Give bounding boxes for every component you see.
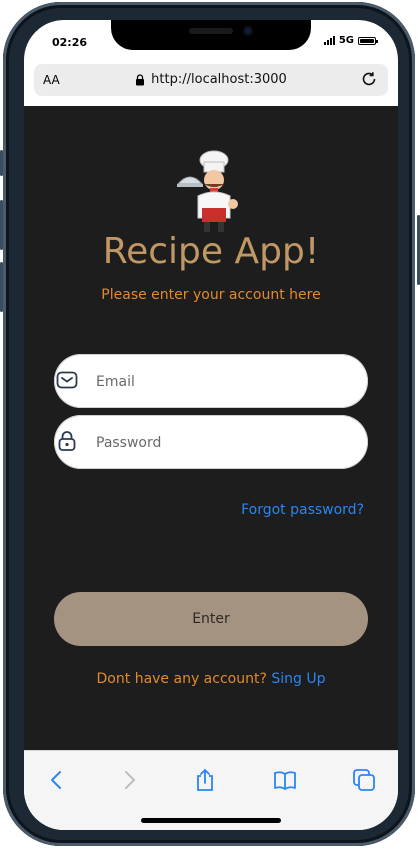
status-indicators: 5G bbox=[323, 35, 378, 46]
url-display: http://localhost:3000 bbox=[34, 72, 388, 87]
address-bar[interactable]: AA http://localhost:3000 bbox=[34, 64, 388, 96]
lock-icon bbox=[136, 73, 145, 85]
email-field[interactable] bbox=[54, 354, 368, 410]
lock-icon bbox=[58, 431, 76, 451]
notch bbox=[111, 20, 311, 50]
network-type: 5G bbox=[338, 35, 354, 46]
chef-logo bbox=[176, 150, 238, 232]
front-camera bbox=[243, 26, 253, 36]
app-title: Recipe App! bbox=[102, 231, 320, 272]
battery-icon bbox=[358, 36, 378, 45]
phone-screen: 02:26 5G AA http://localhost:3000 Recipe… bbox=[24, 20, 398, 830]
share-icon[interactable] bbox=[192, 767, 218, 793]
envelope-icon bbox=[56, 371, 78, 389]
side-button-volume-down bbox=[0, 262, 3, 312]
forward-icon[interactable] bbox=[116, 767, 142, 793]
login-page: Recipe App! Please enter your account he… bbox=[24, 106, 398, 750]
speaker bbox=[189, 28, 233, 34]
reload-icon[interactable] bbox=[360, 70, 378, 88]
url-text: http://localhost:3000 bbox=[151, 72, 287, 87]
signup-prompt: Dont have any account? bbox=[96, 671, 267, 687]
app-subtitle: Please enter your account here bbox=[101, 287, 321, 303]
enter-button[interactable]: Enter bbox=[54, 592, 368, 646]
status-time: 02:26 bbox=[52, 36, 88, 49]
signup-link[interactable]: Sing Up bbox=[271, 671, 325, 687]
home-indicator bbox=[141, 818, 281, 823]
forgot-password-link[interactable]: Forgot password? bbox=[241, 502, 364, 518]
email-input[interactable] bbox=[94, 354, 358, 410]
password-input[interactable] bbox=[94, 415, 358, 471]
back-icon[interactable] bbox=[44, 767, 70, 793]
signup-row: Dont have any account? Sing Up bbox=[24, 671, 398, 687]
tabs-icon[interactable] bbox=[351, 767, 377, 793]
bookmarks-icon[interactable] bbox=[272, 767, 298, 793]
browser-toolbar bbox=[24, 750, 398, 830]
side-button-silent bbox=[0, 150, 3, 176]
side-button-volume-up bbox=[0, 200, 3, 250]
signal-icon bbox=[323, 36, 335, 45]
password-field[interactable] bbox=[54, 415, 368, 471]
